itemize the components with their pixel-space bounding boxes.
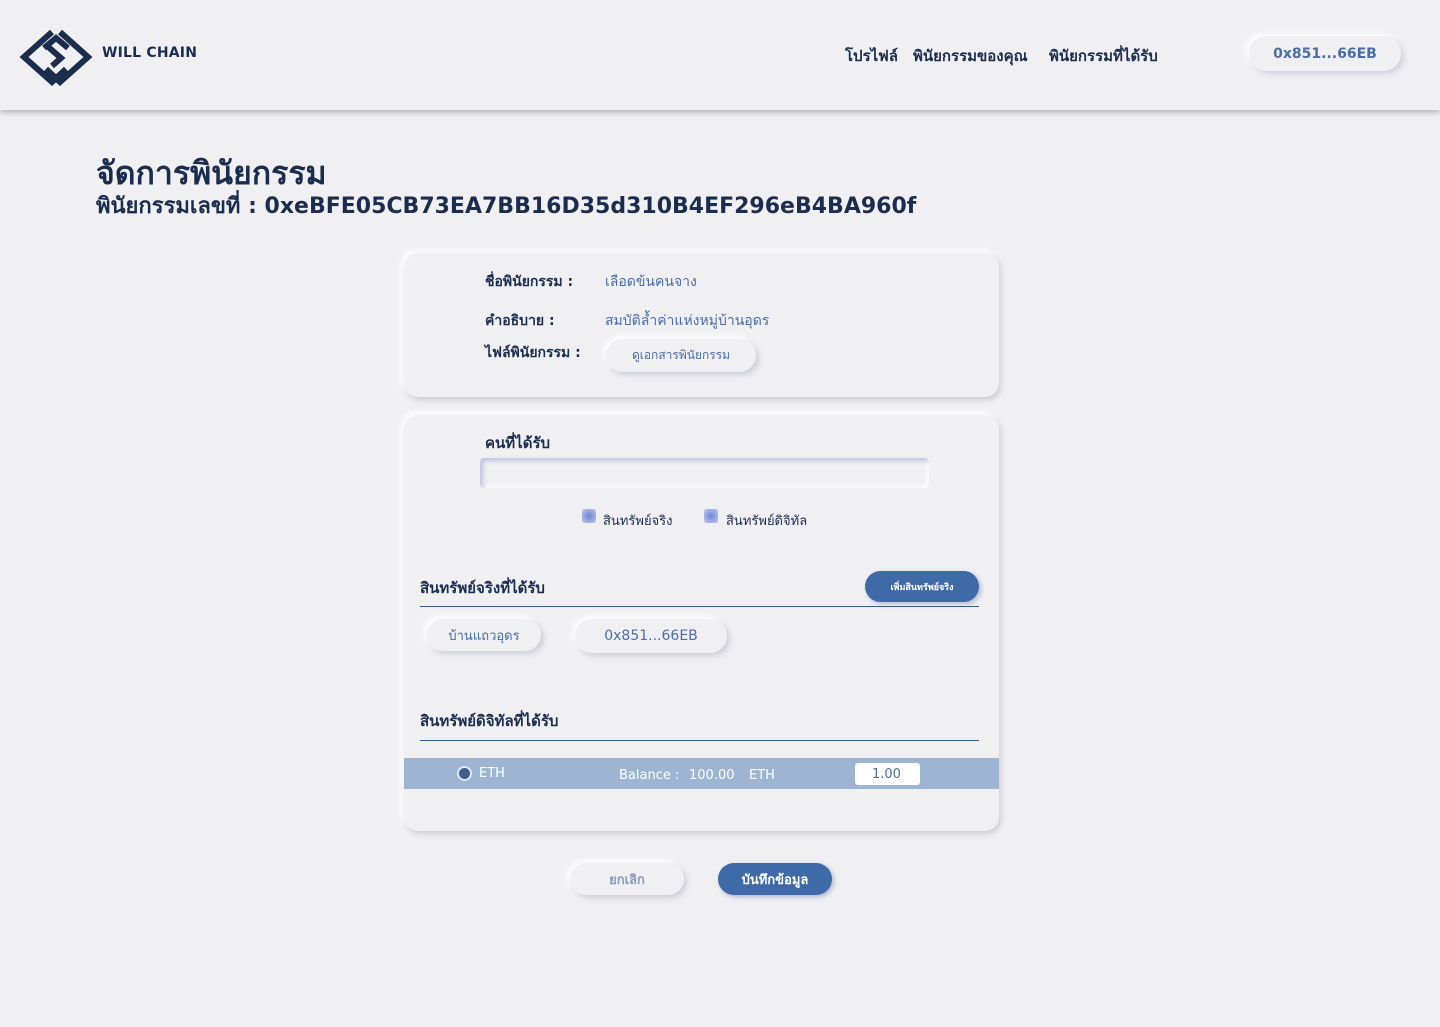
nav-your-wills[interactable]: พินัยกรรมของคุณ [913, 44, 1028, 68]
recipient-label: คนที่ได้รับ [485, 434, 551, 452]
nav-profile[interactable]: โปรไฟล์ [845, 44, 898, 68]
digital-asset-checkbox[interactable] [704, 509, 718, 523]
eth-token-label: ETH [479, 766, 505, 781]
real-asset-checkbox[interactable] [582, 509, 596, 523]
logo-text[interactable]: WILL CHAIN [102, 45, 197, 61]
real-assets-title: สินทรัพย์จริงที่ได้รับ [420, 579, 545, 597]
will-name-value: เลือดข้นคนจาง [605, 274, 697, 290]
will-chain-logo-icon[interactable] [16, 28, 98, 86]
cancel-button[interactable]: ยกเลิก [570, 863, 684, 895]
eth-radio[interactable] [457, 766, 472, 781]
real-asset-checkbox-label: สินทรัพย์จริง [603, 514, 673, 529]
digital-asset-checkbox-label: สินทรัพย์ดิจิทัล [726, 514, 808, 529]
add-real-asset-button[interactable]: เพิ่มสินทรัพย์จริง [865, 571, 979, 602]
real-asset-item[interactable]: บ้านแถวอุดร [427, 619, 541, 651]
will-info-card: ชื่อพินัยกรรม : เลือดข้นคนจาง คำอธิบาย :… [404, 253, 999, 397]
will-name-label: ชื่อพินัยกรรม : [485, 274, 574, 290]
recipient-assets-card: คนที่ได้รับ สินทรัพย์จริง สินทรัพย์ดิจิท… [404, 415, 999, 831]
eth-asset-row[interactable]: ETH Balance : 100.00 ETH [404, 758, 999, 789]
balance-label: Balance : [619, 768, 680, 783]
wallet-address-button[interactable]: 0x851...66EB [1249, 36, 1401, 71]
balance-value: 100.00 [689, 768, 735, 783]
digital-assets-title: สินทรัพย์ดิจิทัลที่ได้รับ [420, 712, 559, 730]
top-navbar: WILL CHAIN โปรไฟล์ พินัยกรรมของคุณ พินัย… [0, 0, 1440, 110]
will-file-label: ไฟล์พินัยกรรม : [485, 345, 581, 361]
save-button[interactable]: บันทึกข้อมูล [718, 863, 832, 895]
description-value: สมบัติล้ำค่าแห่งหมู่บ้านอุดร [605, 313, 770, 329]
real-asset-item[interactable]: 0x851...66EB [575, 619, 727, 653]
eth-amount-input[interactable] [855, 763, 920, 785]
digital-assets-divider [420, 740, 979, 741]
description-label: คำอธิบาย : [485, 313, 555, 329]
real-assets-divider [420, 606, 979, 607]
recipient-input[interactable] [480, 458, 929, 488]
balance-unit: ETH [749, 768, 775, 783]
nav-received-wills[interactable]: พินัยกรรมที่ได้รับ [1049, 44, 1158, 68]
view-will-document-button[interactable]: ดูเอกสารพินัยกรรม [606, 339, 756, 372]
will-id-subtitle: พินัยกรรมเลขที่ : 0xeBFE05CB73EA7BB16D35… [96, 194, 917, 219]
